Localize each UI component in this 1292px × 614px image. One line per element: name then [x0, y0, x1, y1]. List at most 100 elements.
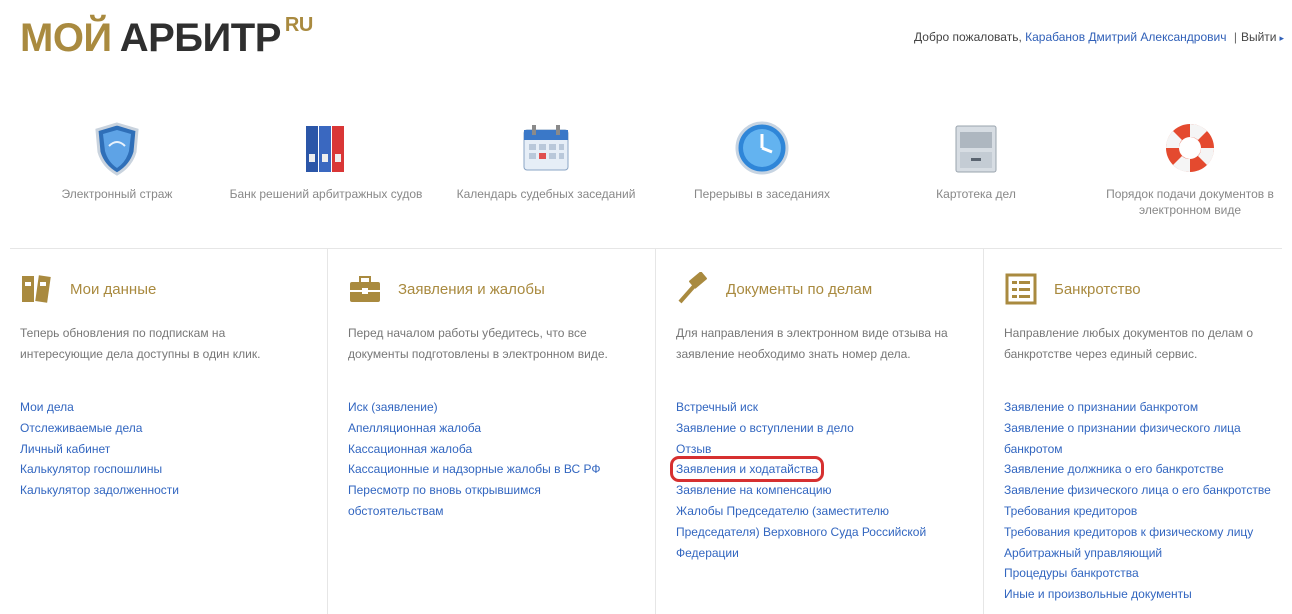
- service-submission-rules[interactable]: Порядок подачи документов в электронном …: [1090, 118, 1290, 218]
- column-title[interactable]: Мои данные: [70, 281, 156, 298]
- folders-icon: [20, 272, 54, 306]
- calendar-icon: [516, 118, 576, 178]
- list-item[interactable]: Заявление физического лица о его банкрот…: [1004, 480, 1289, 501]
- list-item[interactable]: Иск (заявление): [348, 397, 655, 418]
- service-label: Календарь судебных заседаний: [456, 187, 636, 201]
- list-item[interactable]: Процедуры банкротства: [1004, 563, 1289, 584]
- logout-link[interactable]: Выйти: [1241, 30, 1277, 44]
- column-description: Теперь обновления по подпискам на интере…: [20, 326, 261, 361]
- service-label: Перерывы в заседаниях: [693, 187, 831, 201]
- link[interactable]: Калькулятор госпошлины: [20, 462, 162, 476]
- link[interactable]: Заявление физического лица о его банкрот…: [1004, 483, 1271, 497]
- service-calendar[interactable]: Календарь судебных заседаний: [446, 118, 646, 202]
- list-item[interactable]: Заявление должника о его банкротстве: [1004, 459, 1289, 480]
- user-bar: Добро пожаловать, Карабанов Дмитрий Алек…: [914, 30, 1284, 44]
- column-header: Документы по делам: [676, 271, 983, 307]
- column-description: Перед началом работы убедитесь, что все …: [348, 326, 608, 361]
- service-breaks[interactable]: Перерывы в заседаниях: [662, 118, 862, 202]
- column-title[interactable]: Документы по делам: [726, 281, 872, 298]
- column-header: Банкротство: [1004, 271, 1292, 307]
- service-electronic-guard[interactable]: Электронный страж: [17, 118, 217, 202]
- link[interactable]: Арбитражный управляющий: [1004, 546, 1162, 560]
- link[interactable]: Заявление о признании физического лица б…: [1004, 421, 1241, 456]
- list-item[interactable]: Встречный иск: [676, 397, 951, 418]
- file-cabinet-icon: [946, 118, 1006, 178]
- list-item[interactable]: Апелляционная жалоба: [348, 418, 655, 439]
- list-item[interactable]: Кассационные и надзорные жалобы в ВС РФ: [348, 459, 655, 480]
- header: МОЙ АРБИТР RU Добро пожаловать, Карабанов …: [0, 0, 1292, 80]
- link[interactable]: Кассационная жалоба: [348, 442, 472, 456]
- logo[interactable]: МОЙ АРБИТР RU: [20, 14, 313, 61]
- service-label: Картотека дел: [936, 187, 1016, 201]
- list-item[interactable]: Кассационная жалоба: [348, 439, 655, 460]
- column-bankruptcy: Банкротство Направление любых документов…: [984, 249, 1292, 614]
- list-item[interactable]: Заявление о вступлении в дело: [676, 418, 951, 439]
- list-item[interactable]: Жалобы Председателю (заместителю Председ…: [676, 501, 951, 563]
- column-case-documents: Документы по делам Для направления в эле…: [656, 249, 983, 614]
- link[interactable]: Заявление на компенсацию: [676, 483, 832, 497]
- list-item[interactable]: Арбитражный управляющий: [1004, 543, 1289, 564]
- column-claims: Заявления и жалобы Перед началом работы …: [328, 249, 655, 614]
- column-title[interactable]: Заявления и жалобы: [398, 281, 545, 298]
- shield-icon: [87, 118, 147, 178]
- services-row: Электронный страж Банк решений арбитражн…: [0, 118, 1292, 228]
- column-my-data: Мои данные Теперь обновления по подписка…: [0, 249, 327, 614]
- separator: |: [1233, 30, 1237, 44]
- list-item[interactable]: Заявление о признании физического лица б…: [1004, 418, 1254, 460]
- checklist-icon: [1004, 272, 1038, 306]
- link[interactable]: Встречный иск: [676, 400, 758, 414]
- gavel-icon: [676, 271, 710, 306]
- service-label: Банк решений арбитражных судов: [229, 187, 423, 201]
- list-item-highlighted[interactable]: Заявления и ходатайства: [669, 456, 951, 483]
- list-item[interactable]: Пересмотр по вновь открывшимся обстоятел…: [348, 480, 588, 522]
- link[interactable]: Пересмотр по вновь открывшимся обстоятел…: [348, 483, 541, 518]
- briefcase-icon: [348, 272, 382, 306]
- list-item[interactable]: Требования кредиторов к физическому лицу: [1004, 522, 1289, 543]
- link[interactable]: Требования кредиторов к физическому лицу: [1004, 525, 1253, 539]
- list-item[interactable]: Калькулятор госпошлины: [20, 459, 327, 480]
- column-title[interactable]: Банкротство: [1054, 281, 1141, 298]
- link[interactable]: Иные и произвольные документы: [1004, 587, 1192, 601]
- link[interactable]: Заявление должника о его банкротстве: [1004, 462, 1224, 476]
- list-item[interactable]: Личный кабинет: [20, 439, 327, 460]
- list-item[interactable]: Заявление о признании банкротом: [1004, 397, 1289, 418]
- link-list: Встречный иск Заявление о вступлении в д…: [669, 397, 951, 563]
- list-item[interactable]: Калькулятор задолженности: [20, 480, 327, 501]
- list-item[interactable]: Требования кредиторов: [1004, 501, 1289, 522]
- link-list: Иск (заявление) Апелляционная жалоба Кас…: [348, 397, 655, 522]
- list-item[interactable]: Отслеживаемые дела: [20, 418, 327, 439]
- link[interactable]: Мои дела: [20, 400, 74, 414]
- column-header: Мои данные: [20, 271, 327, 307]
- service-decisions-bank[interactable]: Банк решений арбитражных судов: [226, 118, 426, 202]
- list-item[interactable]: Заявление на компенсацию: [676, 480, 951, 501]
- link[interactable]: Кассационные и надзорные жалобы в ВС РФ: [348, 462, 600, 476]
- link[interactable]: Отзыв: [676, 442, 711, 456]
- link[interactable]: Жалобы Председателю (заместителю Председ…: [676, 504, 926, 560]
- column-header: Заявления и жалобы: [348, 271, 655, 307]
- arrow-right-icon: ▸: [1279, 33, 1284, 43]
- link[interactable]: Требования кредиторов: [1004, 504, 1137, 518]
- user-name-link[interactable]: Карабанов Дмитрий Александрович: [1025, 30, 1226, 44]
- service-label: Электронный страж: [61, 187, 173, 201]
- link[interactable]: Процедуры банкротства: [1004, 566, 1139, 580]
- logo-part3: RU: [284, 14, 313, 36]
- link[interactable]: Заявление о признании банкротом: [1004, 400, 1198, 414]
- link[interactable]: Иск (заявление): [348, 400, 438, 414]
- list-item[interactable]: Отзыв: [676, 439, 951, 460]
- link[interactable]: Отслеживаемые дела: [20, 421, 142, 435]
- logo-part1: МОЙ: [20, 16, 112, 60]
- link[interactable]: Калькулятор задолженности: [20, 483, 179, 497]
- service-case-files[interactable]: Картотека дел: [876, 118, 1076, 202]
- link[interactable]: Личный кабинет: [20, 442, 110, 456]
- link[interactable]: Заявление о вступлении в дело: [676, 421, 854, 435]
- binders-icon: [296, 118, 356, 178]
- welcome-text: Добро пожаловать,: [914, 30, 1022, 44]
- link[interactable]: Апелляционная жалоба: [348, 421, 481, 435]
- logo-part2: АРБИТР: [119, 16, 282, 60]
- list-item[interactable]: Иные и произвольные документы: [1004, 584, 1289, 605]
- clock-icon: [732, 118, 792, 178]
- list-item[interactable]: Мои дела: [20, 397, 327, 418]
- service-label: Порядок подачи документов в электронном …: [1106, 187, 1274, 217]
- link-applications-petitions[interactable]: Заявления и ходатайства: [669, 456, 825, 483]
- link-list: Заявление о признании банкротом Заявлени…: [1004, 397, 1289, 605]
